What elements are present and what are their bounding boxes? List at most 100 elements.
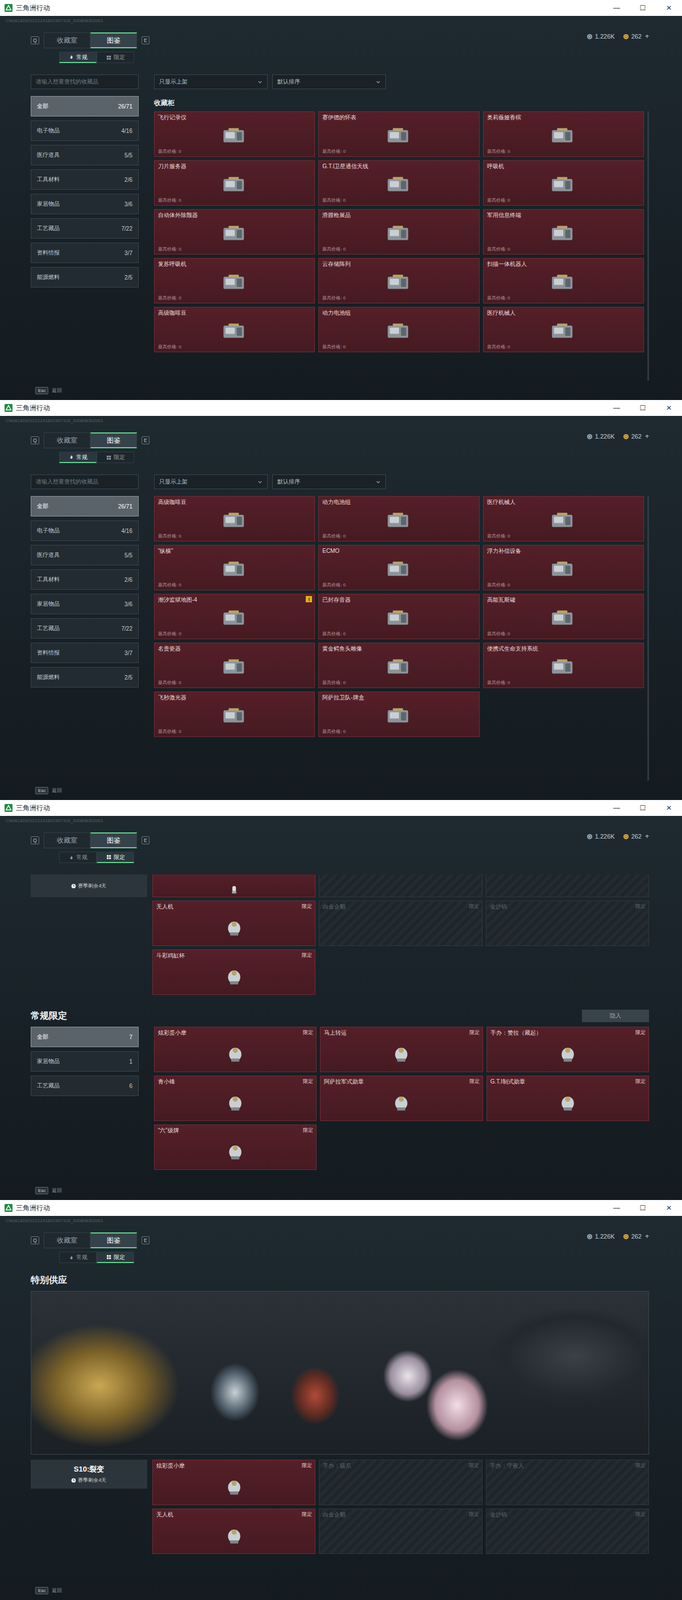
filter-dropdown[interactable]: 默认排序: [272, 74, 386, 90]
category-item[interactable]: 工具材料2/6: [30, 169, 139, 190]
add-currency-button[interactable]: +: [645, 832, 650, 841]
collection-card[interactable]: 高级咖啡豆最高价格: 0: [154, 496, 315, 542]
category-item[interactable]: 全部26/71: [30, 96, 139, 117]
collection-card[interactable]: 手办：骇爪限定: [318, 1460, 482, 1506]
category-item[interactable]: 全部7: [30, 1026, 139, 1048]
prev-key[interactable]: Q: [30, 1236, 40, 1245]
back-label[interactable]: 返回: [51, 387, 62, 395]
collection-card[interactable]: 高级咖啡豆最高价格: 0: [154, 306, 315, 353]
top-tab[interactable]: 图鉴: [90, 832, 137, 849]
category-item[interactable]: 能源燃料2/5: [30, 267, 139, 288]
category-item[interactable]: 电子物品4/16: [30, 520, 139, 542]
next-key[interactable]: E: [141, 1236, 150, 1245]
collection-card[interactable]: 飞行记录仪最高价格: 0: [154, 111, 315, 157]
collection-card[interactable]: 医疗机械人最高价格: 0: [483, 306, 644, 353]
collection-card[interactable]: 奥莉薇娅香槟最高价格: 0: [483, 111, 644, 157]
collection-card[interactable]: [485, 874, 650, 898]
collection-card[interactable]: G.T.I制式勋章限定: [486, 1075, 650, 1122]
prev-key[interactable]: Q: [30, 36, 40, 45]
back-key[interactable]: Esc: [35, 787, 49, 795]
add-currency-button[interactable]: +: [645, 432, 650, 441]
category-item[interactable]: 电子物品4/16: [30, 120, 139, 141]
category-item[interactable]: 家居物品3/6: [30, 593, 139, 615]
next-key[interactable]: E: [141, 36, 150, 45]
collection-card[interactable]: 炫彩蛋小摩限定: [152, 1460, 316, 1506]
collection-card[interactable]: 复苏呼吸机最高价格: 0: [154, 258, 315, 304]
collection-card[interactable]: 刀片服务器最高价格: 0: [154, 160, 315, 206]
search-field[interactable]: 请输入想要查找的收藏品: [30, 74, 139, 90]
category-item[interactable]: 工具材料2/6: [30, 569, 139, 590]
collection-card[interactable]: 无人机限定: [152, 900, 316, 947]
top-tab[interactable]: 收藏室: [43, 432, 91, 449]
collection-card[interactable]: 飞秒激光器最高价格: 0: [154, 691, 315, 738]
collection-card[interactable]: 医疗机械人最高价格: 0: [483, 496, 644, 542]
collection-card[interactable]: 军用信息终端最高价格: 0: [483, 209, 644, 255]
collection-card[interactable]: 自动体外除颤器最高价格: 0: [154, 209, 315, 255]
collection-card[interactable]: 青小锋限定: [154, 1075, 317, 1122]
top-tab[interactable]: 收藏室: [43, 1232, 91, 1249]
collection-card[interactable]: 高能瓦斯罐最高价格: 0: [483, 593, 644, 640]
window-control-button[interactable]: ☐: [629, 800, 656, 817]
collection-card[interactable]: 炫彩蛋小摩限定: [154, 1026, 317, 1073]
next-key[interactable]: E: [141, 836, 150, 845]
sub-tab[interactable]: 限定: [96, 51, 135, 64]
collection-card[interactable]: 呼吸机最高价格: 0: [483, 160, 644, 206]
sub-tab[interactable]: 限定: [96, 451, 135, 464]
collection-card[interactable]: 黄金鳄鱼头雕像最高价格: 0: [318, 642, 480, 689]
add-currency-button[interactable]: +: [645, 32, 650, 41]
window-control-button[interactable]: —: [603, 800, 630, 817]
collection-card[interactable]: 白金企鹅限定: [318, 900, 482, 947]
add-currency-button[interactable]: +: [645, 1232, 650, 1241]
category-item[interactable]: 家居物品3/6: [30, 193, 139, 215]
category-item[interactable]: 全部26/71: [30, 496, 139, 517]
window-control-button[interactable]: ✕: [655, 800, 682, 817]
category-item[interactable]: 资料情报3/7: [30, 642, 139, 664]
category-item[interactable]: 家居物品1: [30, 1051, 139, 1072]
collection-card[interactable]: G.T.I卫星通信天线最高价格: 0: [318, 160, 480, 206]
category-item[interactable]: 工艺藏品7/22: [30, 218, 139, 239]
back-label[interactable]: 返回: [51, 1187, 62, 1195]
prev-key[interactable]: Q: [30, 836, 40, 845]
back-key[interactable]: Esc: [35, 1187, 49, 1195]
collection-card[interactable]: 扫描一体机器人最高价格: 0: [483, 258, 644, 304]
sub-tab[interactable]: 限定: [96, 851, 135, 864]
top-tab[interactable]: 图鉴: [90, 432, 137, 449]
back-key[interactable]: Esc: [35, 387, 49, 395]
collection-card[interactable]: 潮汐监狱地图-4!最高价格: 0: [154, 593, 315, 640]
sub-tab[interactable]: 常规: [59, 851, 97, 864]
collection-card[interactable]: 金沙钨限定: [485, 900, 650, 947]
filter-dropdown[interactable]: 只显示上架: [154, 74, 268, 90]
collection-card[interactable]: 赛伊德的怀表最高价格: 0: [318, 111, 480, 157]
sub-tab[interactable]: 常规: [59, 51, 97, 64]
collection-card[interactable]: 金沙钨限定: [485, 1508, 650, 1555]
window-control-button[interactable]: ✕: [655, 400, 682, 417]
sub-tab[interactable]: 限定: [96, 1252, 135, 1264]
window-control-button[interactable]: —: [603, 400, 630, 417]
top-tab[interactable]: 图鉴: [90, 32, 137, 49]
next-key[interactable]: E: [141, 436, 150, 445]
collection-card[interactable]: 马上转运限定: [319, 1026, 483, 1073]
window-control-button[interactable]: ✕: [655, 0, 682, 16]
collection-card[interactable]: 白金企鹅限定: [318, 1508, 482, 1555]
window-control-button[interactable]: ☐: [629, 400, 656, 417]
section-button[interactable]: 隐入: [581, 1009, 650, 1023]
collection-card[interactable]: 已封存音器最高价格: 0: [318, 593, 480, 640]
window-control-button[interactable]: —: [603, 0, 630, 16]
collection-card[interactable]: 名贵瓷器最高价格: 0: [154, 642, 315, 689]
collection-card[interactable]: 动力电池组最高价格: 0: [318, 306, 480, 353]
category-item[interactable]: 工艺藏品6: [30, 1075, 139, 1097]
search-field[interactable]: 请输入想要查找的收藏品: [30, 474, 139, 490]
filter-dropdown[interactable]: 只显示上架: [154, 474, 268, 490]
collection-card[interactable]: “六”级牌限定: [154, 1124, 317, 1171]
collection-card[interactable]: [152, 874, 316, 898]
top-tab[interactable]: 图鉴: [90, 1232, 137, 1249]
collection-card[interactable]: 阿萨拉卫队-牌盒最高价格: 0: [318, 691, 480, 738]
back-key[interactable]: Esc: [35, 1587, 49, 1595]
back-label[interactable]: 返回: [51, 787, 62, 795]
collection-card[interactable]: 手办：赞拉（藏起）限定: [486, 1026, 650, 1073]
filter-dropdown[interactable]: 默认排序: [272, 474, 386, 490]
collection-card[interactable]: [318, 874, 482, 898]
window-control-button[interactable]: ✕: [655, 1200, 682, 1217]
collection-card[interactable]: “纵横”最高价格: 0: [154, 545, 315, 591]
window-control-button[interactable]: ☐: [629, 0, 656, 16]
